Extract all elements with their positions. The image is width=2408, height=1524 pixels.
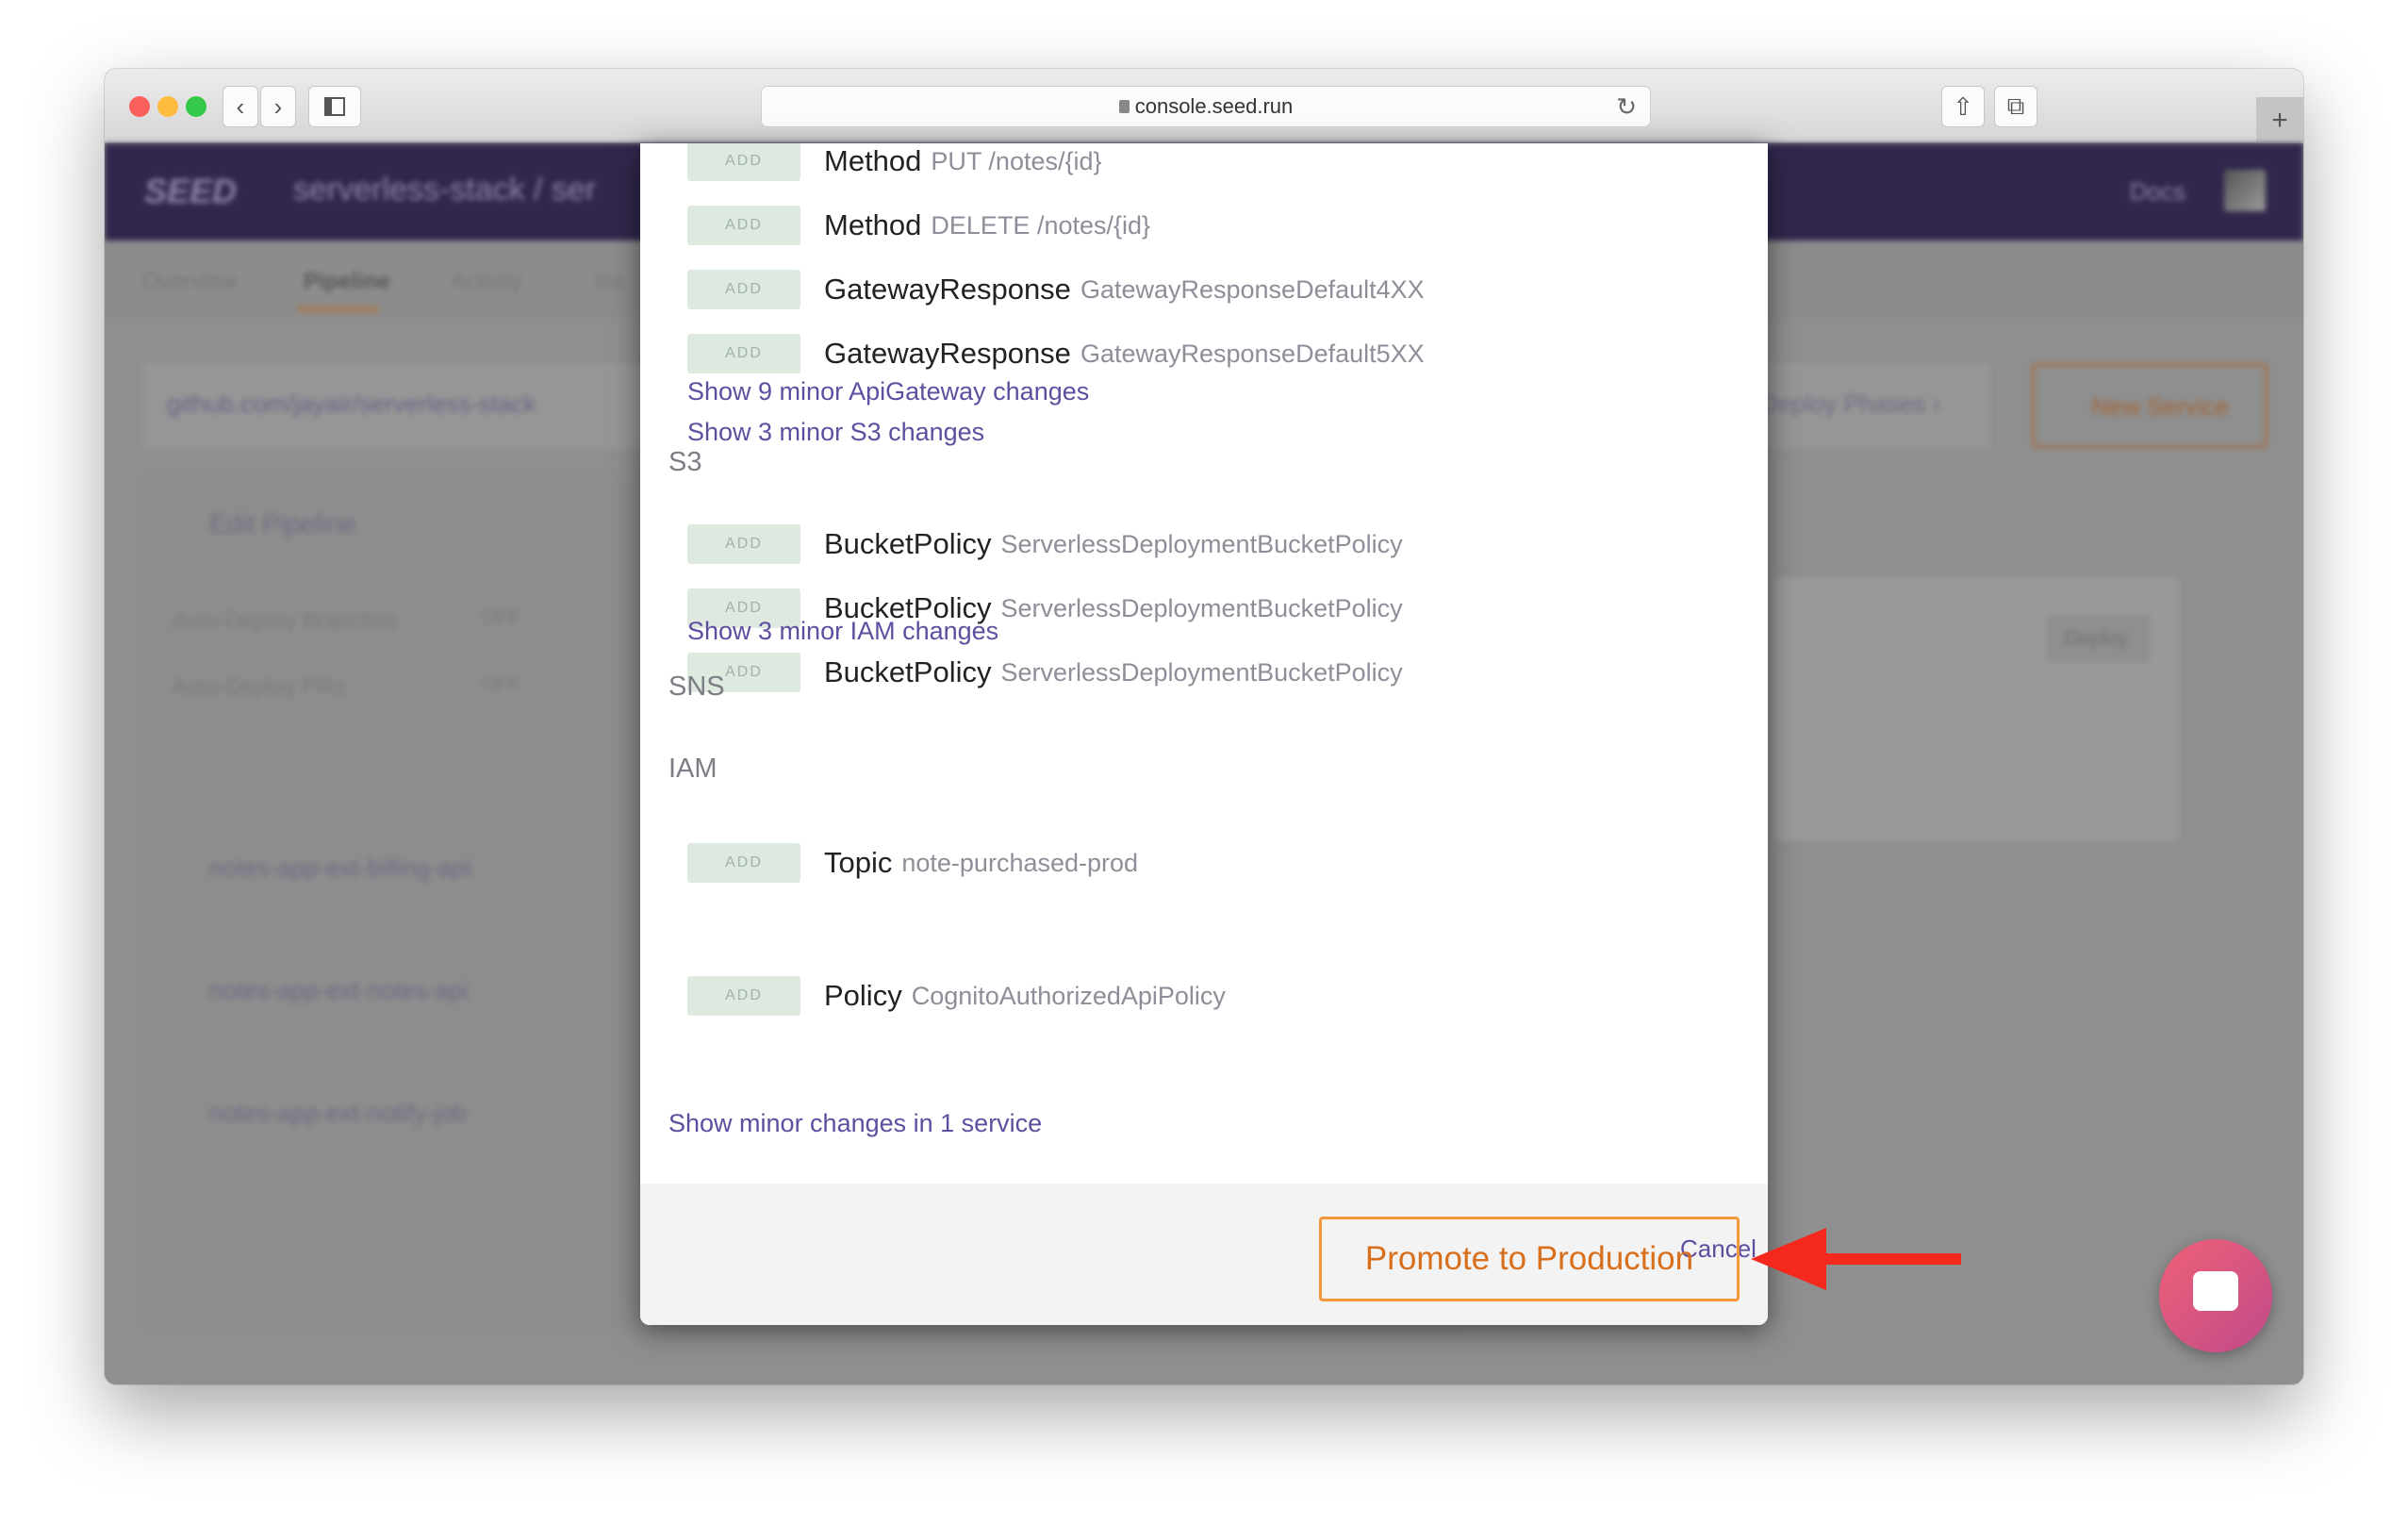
setting-label: Auto-Deploy PRs — [172, 674, 346, 700]
chat-widget-button[interactable] — [2159, 1239, 2272, 1352]
sidebar-icon — [324, 97, 345, 116]
plus-icon: + — [2271, 104, 2288, 136]
promote-to-production-button[interactable]: Promote to Production — [1319, 1217, 1740, 1301]
tabs-icon: ⧉ — [2006, 91, 2025, 120]
change-row: ADD Topic note-purchased-prod — [687, 843, 1138, 883]
red-arrow-annotation — [1751, 1228, 1961, 1290]
active-tab-indicator — [297, 306, 378, 312]
repo-link[interactable]: github.com/jayair/serverless-stack — [167, 389, 536, 419]
show-minor-changes-link[interactable]: Show 3 minor IAM changes — [687, 617, 998, 646]
resource-name: ServerlessDeploymentBucketPolicy — [1000, 657, 1403, 687]
modal-footer: Cancel Promote to Production — [640, 1184, 1768, 1325]
seed-logo[interactable]: SEED — [144, 172, 237, 211]
stage-card: Deploy — [1773, 577, 2179, 841]
reload-icon[interactable]: ↻ — [1616, 92, 1637, 122]
chevron-right-icon: › — [273, 91, 283, 121]
add-badge: ADD — [687, 270, 800, 309]
change-row: ADD GatewayResponse GatewayResponseDefault… — [687, 334, 1425, 373]
resource-type: BucketPolicy — [824, 527, 992, 560]
chevron-left-icon: ‹ — [236, 91, 245, 121]
add-badge: ADD — [687, 524, 800, 564]
browser-toolbar: ‹ › console.seed.run ↻ ⇧ ⧉ + — [105, 69, 2303, 143]
share-icon: ⇧ — [1953, 91, 1973, 121]
address-bar[interactable]: console.seed.run ↻ — [761, 86, 1651, 127]
avatar[interactable] — [2224, 170, 2266, 211]
tab-pipeline[interactable]: Pipeline — [304, 269, 390, 295]
change-row: ADD BucketPolicy ServerlessDeploymentBucke… — [687, 653, 1403, 692]
tab-overview[interactable]: Overview — [142, 269, 237, 295]
add-badge: ADD — [687, 334, 800, 373]
new-service-button[interactable]: New Service — [2032, 363, 2268, 448]
section-header: S3 — [668, 447, 702, 477]
tab-activity[interactable]: Activity — [451, 269, 522, 295]
new-tab-button[interactable]: + — [2256, 97, 2303, 143]
setting-toggle[interactable]: OFF — [483, 674, 520, 696]
show-minor-changes-link[interactable]: Show 9 minor ApiGateway changes — [687, 377, 1089, 406]
resource-name: DELETE /notes/{id} — [931, 210, 1151, 240]
resource-type: Topic — [824, 846, 893, 879]
resource-name: GatewayResponseDefault4XX — [1080, 274, 1425, 304]
resource-type: GatewayResponse — [824, 337, 1071, 370]
resource-type: Policy — [824, 979, 902, 1012]
add-badge: ADD — [687, 143, 800, 181]
show-minor-service-changes-link[interactable]: Show minor changes in 1 service — [668, 1109, 1042, 1138]
setting-toggle[interactable]: OFF — [483, 608, 520, 630]
forward-button[interactable]: › — [260, 86, 296, 127]
resource-type: Method — [824, 208, 922, 241]
new-service-label: New Service — [2091, 392, 2229, 421]
chat-bubble-icon — [2193, 1271, 2238, 1311]
add-badge: ADD — [687, 843, 800, 883]
change-row: ADD GatewayResponse GatewayResponseDefault… — [687, 270, 1425, 309]
resource-name: ServerlessDeploymentBucketPolicy — [1000, 593, 1403, 622]
show-minor-changes-link[interactable]: Show 3 minor S3 changes — [687, 418, 984, 447]
setting-label: Auto-Deploy Branches — [172, 608, 399, 634]
change-row: ADD Policy CognitoAuthorizedApiPolicy — [687, 976, 1226, 1016]
lock-icon — [1118, 100, 1130, 113]
deploy-label: Deploy — [2064, 626, 2129, 650]
close-window-button[interactable] — [129, 96, 150, 117]
minimize-window-button[interactable] — [157, 96, 178, 117]
resource-name: CognitoAuthorizedApiPolicy — [911, 981, 1226, 1010]
promote-modal: Cancel Promote to Production ADD Method PU… — [640, 143, 1768, 1325]
browser-window: ‹ › console.seed.run ↻ ⇧ ⧉ + SEED server… — [105, 69, 2303, 1384]
url-text: console.seed.run — [1134, 94, 1294, 118]
service-link[interactable]: notes-app-ext-billing-api — [209, 853, 470, 883]
add-badge: ADD — [687, 976, 800, 1016]
resource-type: BucketPolicy — [824, 655, 992, 688]
change-row: ADD Method DELETE /notes/{id} — [687, 206, 1150, 245]
resource-name: GatewayResponseDefault5XX — [1080, 339, 1425, 368]
change-row: ADD BucketPolicy ServerlessDeploymentBucke… — [687, 524, 1403, 564]
breadcrumb[interactable]: serverless-stack / ser — [293, 172, 596, 208]
resource-type: Method — [824, 144, 922, 177]
add-badge: ADD — [687, 206, 800, 245]
edit-pipeline-link[interactable]: Edit Pipeline — [209, 509, 356, 539]
back-button[interactable]: ‹ — [223, 86, 258, 127]
resource-name: note-purchased-prod — [901, 848, 1139, 877]
section-header: IAM — [668, 754, 717, 784]
docs-link[interactable]: Docs — [2130, 177, 2185, 207]
share-button[interactable]: ⇧ — [1941, 86, 1985, 127]
service-link[interactable]: notes-app-ext-notes-api — [209, 976, 469, 1005]
resource-type: GatewayResponse — [824, 273, 1071, 306]
tabs-overview-button[interactable]: ⧉ — [1994, 86, 2037, 127]
tab-issues[interactable]: Iss — [595, 269, 624, 295]
section-header: SNS — [668, 671, 725, 702]
change-row: ADD Method PUT /notes/{id} — [687, 143, 1102, 181]
deploy-button[interactable]: Deploy — [2047, 615, 2151, 662]
resource-name: PUT /notes/{id} — [931, 146, 1102, 175]
sidebar-toggle-button[interactable] — [308, 86, 361, 127]
service-link[interactable]: notes-app-ext-notify-job — [209, 1099, 467, 1128]
zoom-window-button[interactable] — [186, 96, 206, 117]
resource-name: ServerlessDeploymentBucketPolicy — [1000, 529, 1403, 558]
